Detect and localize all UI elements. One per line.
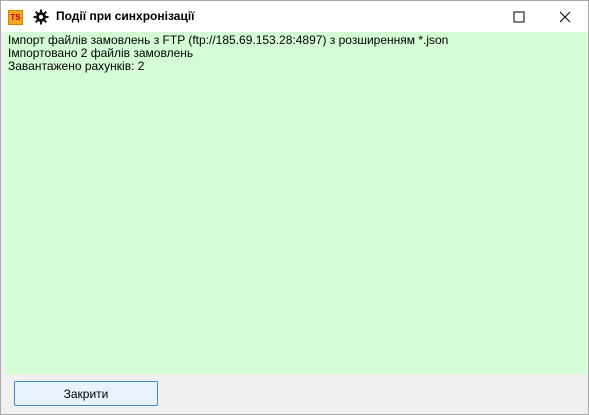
maximize-icon [513, 11, 525, 22]
gear-icon [33, 9, 49, 25]
close-button[interactable]: Закрити [14, 381, 158, 406]
window-title: Події при синхронізації [56, 9, 195, 23]
log-line: Завантажено рахунків: 2 [8, 59, 145, 73]
sync-log-area[interactable]: Імпорт файлів замовлень з FTP (ftp://185… [5, 32, 586, 374]
close-window-button[interactable] [542, 1, 588, 32]
sync-events-window: TS Події при синхронізації Імпорт файлів… [0, 0, 589, 415]
ts-app-icon: TS [8, 10, 23, 25]
maximize-button[interactable] [496, 1, 542, 32]
close-icon [559, 11, 571, 22]
title-bar[interactable]: TS Події при синхронізації [1, 1, 588, 32]
